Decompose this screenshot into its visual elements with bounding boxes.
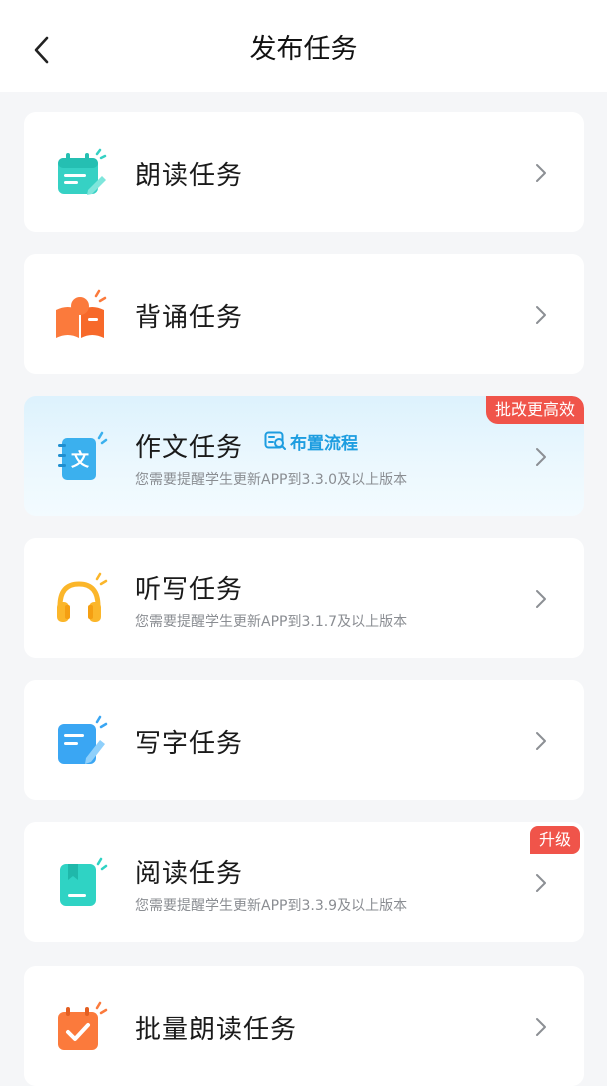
upgrade-badge: 升级 xyxy=(529,826,580,854)
task-card-writing[interactable]: 写字任务 xyxy=(24,680,584,800)
task-title: 听写任务 xyxy=(135,575,244,605)
task-title: 写字任务 xyxy=(135,729,244,759)
chevron-right-icon xyxy=(536,306,546,324)
task-subtitle: 您需要提醒学生更新APP到3.3.0及以上版本 xyxy=(135,472,408,488)
task-card-dictation[interactable]: 听写任务 您需要提醒学生更新APP到3.1.7及以上版本 xyxy=(24,538,584,658)
task-subtitle: 您需要提醒学生更新APP到3.3.9及以上版本 xyxy=(135,898,408,914)
task-subtitle: 您需要提醒学生更新APP到3.1.7及以上版本 xyxy=(135,614,408,630)
task-card-batch-read-aloud[interactable]: 批量朗读任务 xyxy=(24,966,584,1086)
chevron-right-icon xyxy=(536,874,546,892)
task-card-read-aloud[interactable]: 朗读任务 xyxy=(24,112,584,232)
task-title: 背诵任务 xyxy=(135,303,244,333)
chevron-right-icon xyxy=(536,732,546,750)
page-title: 发布任务 xyxy=(249,34,358,65)
header: 发布任务 xyxy=(0,0,607,92)
headphones-icon xyxy=(57,572,108,622)
task-title: 朗读任务 xyxy=(135,161,244,191)
batch-calendar-check-icon xyxy=(58,1001,108,1050)
chevron-right-icon xyxy=(536,1018,546,1036)
chevron-right-icon xyxy=(536,590,546,608)
svg-text:文: 文 xyxy=(71,449,90,471)
recite-book-icon xyxy=(56,289,107,338)
flow-guide-link[interactable]: 布置流程 xyxy=(264,428,358,454)
writing-pen-icon xyxy=(58,715,108,764)
task-title: 阅读任务 xyxy=(135,859,244,889)
task-card-composition[interactable]: 文 作文任务 布置流程 您需要提醒学生更新APP到3.3.0及以上版本 批改更高… xyxy=(24,396,584,516)
task-card-recite[interactable]: 背诵任务 xyxy=(24,254,584,374)
flow-guide-icon xyxy=(264,431,286,450)
chevron-right-icon xyxy=(536,448,546,466)
composition-notebook-icon: 文 xyxy=(58,431,108,480)
read-aloud-icon xyxy=(58,148,107,195)
flow-guide-label: 布置流程 xyxy=(290,433,358,454)
task-title: 作文任务 xyxy=(135,433,244,463)
chevron-right-icon xyxy=(536,164,546,182)
reading-book-icon xyxy=(60,857,108,906)
task-title: 批量朗读任务 xyxy=(135,1015,298,1045)
efficiency-badge: 批改更高效 xyxy=(485,396,584,424)
task-card-reading[interactable]: 阅读任务 您需要提醒学生更新APP到3.3.9及以上版本 升级 xyxy=(24,822,584,942)
